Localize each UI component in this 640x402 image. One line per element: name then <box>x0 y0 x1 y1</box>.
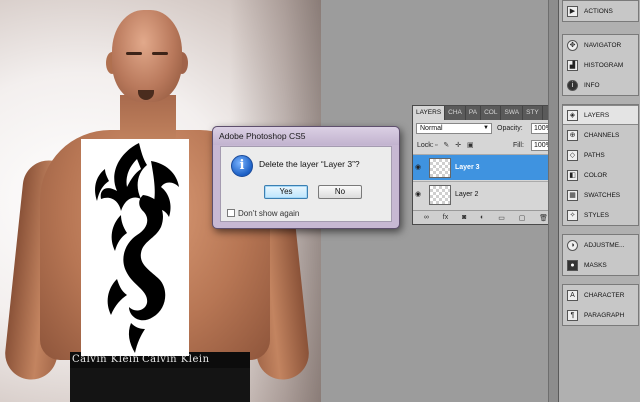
dock-item-paragraph[interactable]: ¶ PARAGRAPH <box>563 305 638 325</box>
blend-mode-select[interactable]: Normal ▼ <box>416 123 492 134</box>
fill-label: Fill: <box>513 142 524 149</box>
compass-icon: ✥ <box>567 39 578 51</box>
panel-dock: ▶ ACTIONS ✥ NAVIGATOR ▟ HISTOGRAM i INFO ◈ LA… <box>558 0 640 402</box>
dock-item-channels[interactable]: ⊕ CHANNELS <box>563 125 638 145</box>
layer-row-layer-2[interactable]: ◉ Layer 2 <box>413 181 559 207</box>
dock-item-color[interactable]: ◧ COLOR <box>563 165 638 185</box>
tab-styles[interactable]: STY <box>523 106 543 120</box>
head <box>112 10 182 102</box>
dialog-message: Delete the layer “Layer 3”? <box>259 159 360 169</box>
dock-item-masks[interactable]: ● MASKS <box>563 255 638 275</box>
panel-tabs: LAYERS CHA PA COL SWA STY <box>413 106 559 120</box>
color-icon: ◧ <box>567 169 578 181</box>
swatches-icon: ▦ <box>567 189 578 201</box>
link-icon[interactable]: ∞ <box>424 214 429 221</box>
dock-item-navigator[interactable]: ✥ NAVIGATOR <box>563 35 638 55</box>
blend-mode-value: Normal <box>420 125 443 132</box>
layers-icon: ◈ <box>567 109 578 121</box>
dialog-title[interactable]: Adobe Photoshop CS5 <box>213 127 399 145</box>
channels-icon: ⊕ <box>567 129 578 141</box>
opacity-label: Opacity: <box>497 125 523 132</box>
adjustment-icon[interactable]: ◐ <box>480 214 484 221</box>
dock-group-layers: ◈ LAYERS ⊕ CHANNELS ◇ PATHS ◧ COLOR ▦ SWATCHE… <box>562 104 639 226</box>
dock-item-swatches[interactable]: ▦ SWATCHES <box>563 185 638 205</box>
tab-color[interactable]: COL <box>481 106 502 120</box>
dialog-body: i Delete the layer “Layer 3”? Yes No Don… <box>220 146 392 222</box>
paragraph-icon: ¶ <box>567 309 578 321</box>
paths-icon: ◇ <box>567 149 578 161</box>
play-icon: ▶ <box>567 5 578 17</box>
neck <box>120 95 176 145</box>
layers-panel-footer: ∞ fx ◙ ◐ ▭ ▢ 🗑 <box>413 210 559 224</box>
tribal-dragon-tattoo <box>95 143 179 353</box>
lock-icons[interactable]: ▫ ✎ ✛ ▣ <box>435 141 476 149</box>
tab-channels[interactable]: CHA <box>445 106 466 120</box>
mask-icon[interactable]: ◙ <box>462 214 466 221</box>
dock-item-styles[interactable]: ✧ STYLES <box>563 205 638 225</box>
dock-item-paths[interactable]: ◇ PATHS <box>563 145 638 165</box>
histogram-icon: ▟ <box>567 59 578 71</box>
lock-label: Lock: <box>417 142 434 149</box>
delete-layer-dialog: Adobe Photoshop CS5 i Delete the layer “… <box>212 126 400 229</box>
dock-item-character[interactable]: A CHARACTER <box>563 285 638 305</box>
info-icon: i <box>567 79 578 91</box>
layer-row-layer-3[interactable]: ◉ Layer 3 <box>413 154 559 180</box>
layer-thumbnail <box>429 158 451 178</box>
new-layer-icon[interactable]: ▢ <box>519 214 526 222</box>
dock-item-info[interactable]: i INFO <box>563 75 638 95</box>
layers-panel: LAYERS CHA PA COL SWA STY Normal ▼ Opaci… <box>412 105 560 225</box>
tattoo-layer[interactable] <box>81 139 189 356</box>
yes-button[interactable]: Yes <box>264 185 308 199</box>
adjustments-icon: ◑ <box>567 239 578 251</box>
styles-icon: ✧ <box>567 209 578 221</box>
dock-group-character: A CHARACTER ¶ PARAGRAPH <box>562 284 639 326</box>
dock-group-actions: ▶ ACTIONS <box>562 0 639 22</box>
dont-show-again-checkbox[interactable] <box>227 209 235 217</box>
character-icon: A <box>567 289 578 301</box>
dock-separator[interactable] <box>548 0 558 402</box>
eye-icon[interactable]: ◉ <box>415 163 425 171</box>
layer-name[interactable]: Layer 3 <box>455 164 480 171</box>
chevron-down-icon: ▼ <box>483 125 489 131</box>
tab-paths[interactable]: PA <box>466 106 482 120</box>
dock-item-actions[interactable]: ▶ ACTIONS <box>563 1 638 21</box>
dock-group-adjustments: ◑ ADJUSTME... ● MASKS <box>562 234 639 276</box>
right-eyebrow <box>152 52 168 55</box>
dock-item-histogram[interactable]: ▟ HISTOGRAM <box>563 55 638 75</box>
tab-layers[interactable]: LAYERS <box>413 106 446 120</box>
dock-item-adjustments[interactable]: ◑ ADJUSTME... <box>563 235 638 255</box>
trash-icon[interactable]: 🗑 <box>539 214 548 222</box>
dock-item-layers[interactable]: ◈ LAYERS <box>563 105 638 125</box>
tab-swatches[interactable]: SWA <box>501 106 524 120</box>
layer-thumbnail <box>429 185 451 205</box>
left-eyebrow <box>126 52 142 55</box>
dont-show-again-row[interactable]: Don’t show again <box>227 209 299 218</box>
info-icon: i <box>231 155 253 177</box>
masks-icon: ● <box>567 259 578 271</box>
layer-name[interactable]: Layer 2 <box>455 191 478 198</box>
no-button[interactable]: No <box>318 185 362 199</box>
dont-show-again-label: Don’t show again <box>238 209 300 218</box>
dock-group-navigator: ✥ NAVIGATOR ▟ HISTOGRAM i INFO <box>562 34 639 96</box>
fx-icon[interactable]: fx <box>443 214 448 221</box>
folder-icon[interactable]: ▭ <box>498 214 505 222</box>
eye-icon[interactable]: ◉ <box>415 190 425 198</box>
